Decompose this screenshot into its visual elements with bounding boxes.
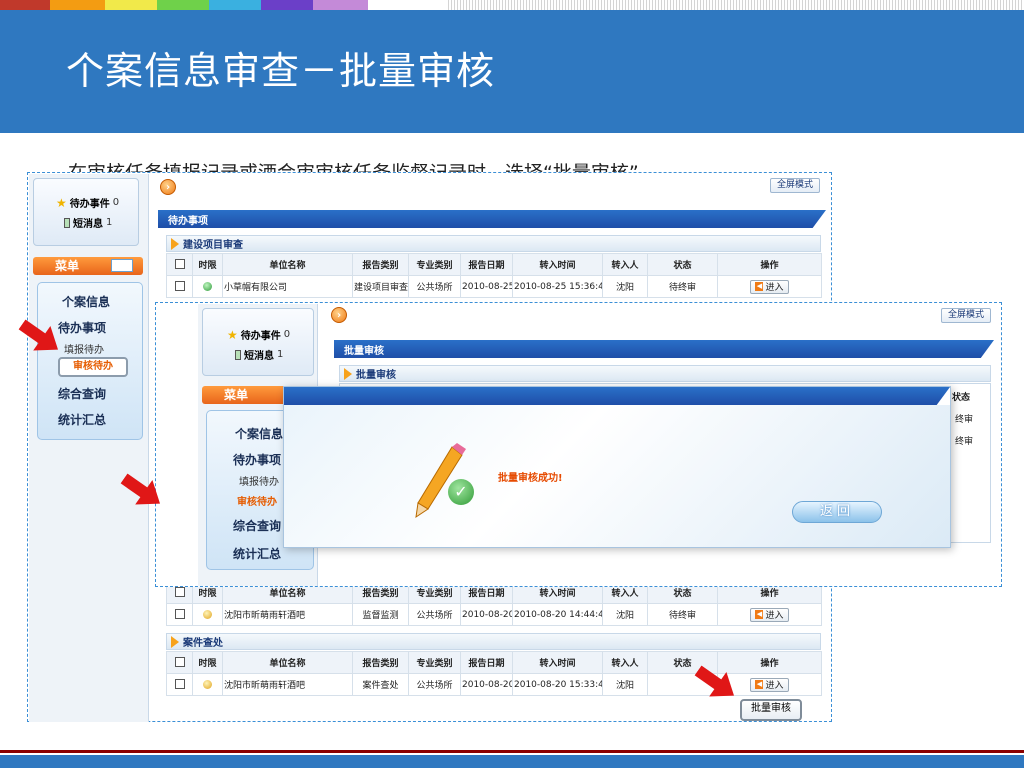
user-info-box: ★ 待办事件 0 短消息 1 [33, 178, 139, 246]
bottom-bar [0, 750, 1024, 768]
arrow-left-icon: ◀ [755, 610, 764, 619]
triangle-icon [344, 367, 352, 380]
return-button[interactable]: 返回 [792, 501, 882, 523]
table-header-row: 时限 单位名称 报告类别 专业类别 报告日期 转入时间 转入人 状态 操作 [166, 651, 822, 674]
short-messages[interactable]: 短消息 1 [64, 215, 112, 230]
phone-icon [64, 217, 70, 228]
success-message: 批量审核成功! [498, 473, 563, 484]
row-checkbox[interactable] [174, 609, 185, 620]
mail-icon [111, 259, 133, 272]
table-header-row: 时限 单位名称 报告类别 专业类别 报告日期 转入时间 转入人 状态 操作 [166, 253, 822, 276]
triangle-icon [171, 635, 179, 648]
batch-bar: 批量审核 [334, 340, 994, 358]
select-all-checkbox[interactable] [174, 587, 185, 598]
fullscreen-button[interactable]: 全屏模式 [941, 308, 991, 323]
success-check-icon: ✓ [448, 479, 474, 505]
row-checkbox[interactable] [174, 679, 185, 690]
star-icon: ★ [227, 327, 238, 342]
status-green-icon [203, 281, 212, 291]
table-row: 小草帽有限公司 建设项目审查 公共场所 2010-08-25 2010-08-2… [166, 275, 822, 298]
dialog-body: ✓ 批量审核成功! 返回 [284, 405, 950, 547]
status-yellow-icon [203, 609, 212, 619]
row-checkbox[interactable] [174, 281, 185, 292]
menu-sub-review-todo[interactable]: 审核待办 [237, 493, 277, 508]
table-construction: 时限 单位名称 报告类别 专业类别 报告日期 转入时间 转入人 状态 操作 小草… [166, 253, 822, 298]
arrow-left-icon: ◀ [755, 282, 764, 291]
phone-icon [235, 349, 241, 360]
sidebar: ★ 待办事件 0 短消息 1 菜单 个案信息 待办事项 填报待办 审核待办 综合… [29, 174, 149, 722]
section-header-case[interactable]: 案件查处 [166, 633, 821, 650]
section-header-batch[interactable]: 批量审核 [339, 365, 991, 382]
menu-item-case-info[interactable]: 个案信息 [235, 425, 283, 442]
menu-item-todo[interactable]: 待办事项 [233, 451, 281, 468]
menu-panel: 个案信息 待办事项 填报待办 审核待办 综合查询 统计汇总 [37, 282, 143, 440]
batch-review-button[interactable]: 批量审核 [740, 699, 802, 721]
status-yellow-icon [203, 679, 212, 689]
menu-header: 菜单 [33, 257, 143, 275]
nav-arrow-icon[interactable]: › [160, 179, 176, 195]
user-info-box: ★ 待办事件 0 短消息 1 [202, 308, 314, 376]
select-all-checkbox[interactable] [174, 657, 185, 668]
section-header-construction[interactable]: 建设项目审查 [166, 235, 821, 252]
todo-events[interactable]: ★ 待办事件 0 [227, 327, 290, 343]
menu-item-query[interactable]: 综合查询 [58, 385, 106, 402]
arrow-left-icon: ◀ [755, 680, 764, 689]
enter-button[interactable]: ◀ 进入 [750, 607, 789, 622]
table-row: 沈阳市昕萌雨轩酒吧 监督监测 公共场所 2010-08-20 2010-08-2… [166, 603, 822, 626]
short-messages[interactable]: 短消息 1 [235, 347, 283, 362]
menu-sub-review-todo[interactable]: 审核待办 [58, 357, 128, 377]
success-dialog: ✓ 批量审核成功! 返回 [283, 386, 951, 548]
status-column-header: 状态 [952, 393, 971, 403]
enter-button[interactable]: ◀ 进入 [750, 677, 789, 692]
table-supervision: 时限 单位名称 报告类别 专业类别 报告日期 转入时间 转入人 状态 操作 沈阳… [166, 581, 822, 626]
menu-item-stats[interactable]: 统计汇总 [58, 411, 106, 428]
top-color-strip [0, 0, 1024, 10]
dialog-title-bar[interactable] [284, 387, 950, 405]
todo-events[interactable]: ★ 待办事件 0 [56, 195, 119, 211]
nav-arrow-icon[interactable]: › [331, 307, 347, 323]
enter-button[interactable]: ◀ 进入 [750, 279, 789, 294]
menu-item-todo[interactable]: 待办事项 [58, 319, 106, 336]
slide-title: 个案信息审查－批量审核 [66, 49, 496, 93]
menu-sub-fill-todo[interactable]: 填报待办 [64, 341, 104, 356]
menu-sub-fill-todo[interactable]: 填报待办 [239, 473, 279, 488]
pending-bar: 待办事项 [158, 210, 826, 228]
triangle-icon [171, 237, 179, 250]
select-all-checkbox[interactable] [174, 259, 185, 270]
fullscreen-button[interactable]: 全屏模式 [770, 178, 820, 193]
star-icon: ★ [56, 195, 67, 210]
status-value: 终审 [955, 415, 974, 425]
slide: 个案信息审查－批量审核 在审核任务填报记录或酒会审审核任务监督记录时，选择“批量… [0, 0, 1024, 768]
menu-item-stats[interactable]: 统计汇总 [233, 545, 281, 562]
status-value: 终审 [955, 437, 974, 447]
menu-item-query[interactable]: 综合查询 [233, 517, 281, 534]
menu-item-case-info[interactable]: 个案信息 [62, 293, 110, 310]
